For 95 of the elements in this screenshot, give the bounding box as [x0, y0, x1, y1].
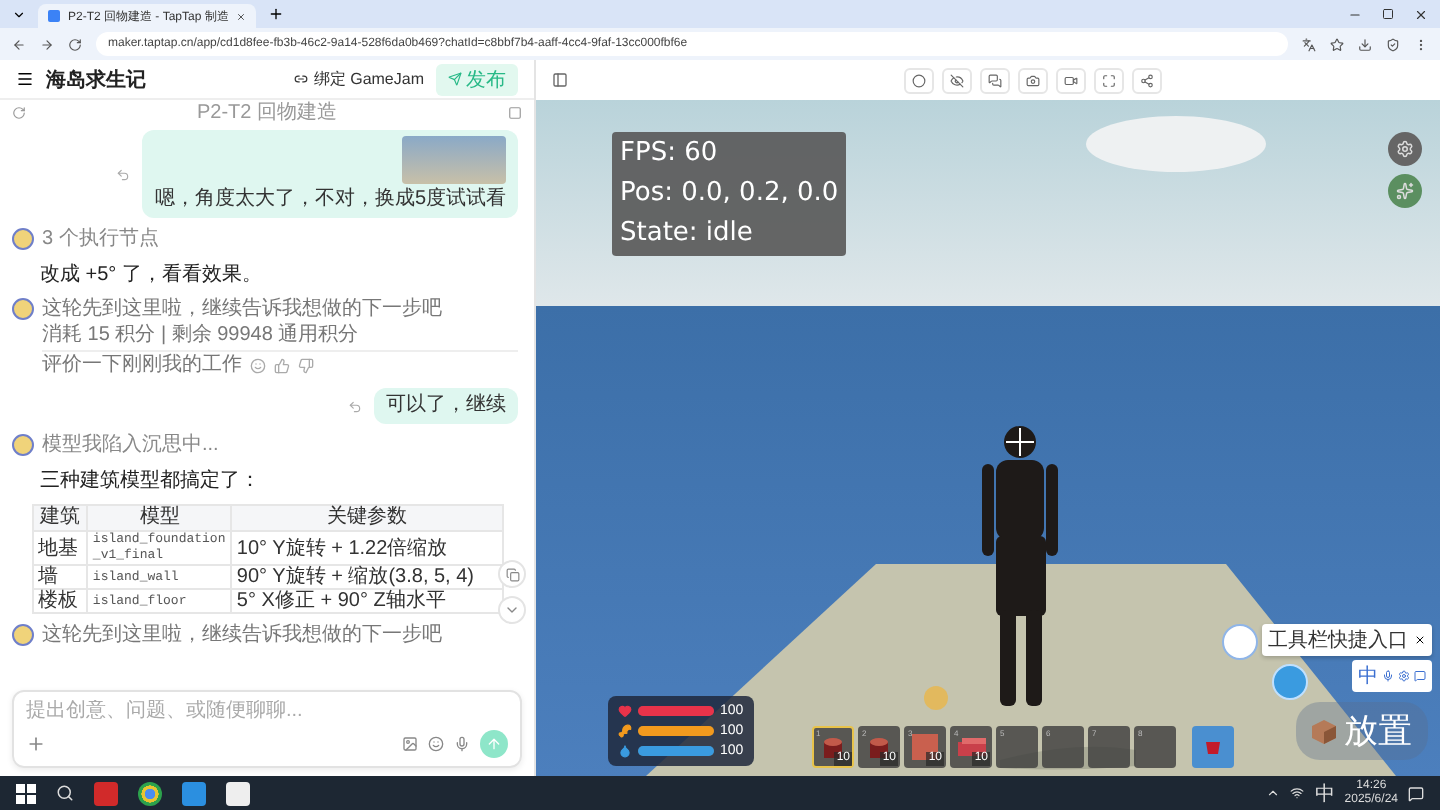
link-icon [293, 72, 308, 86]
message-text: 改成 +5° 了，看看效果。 [38, 262, 264, 288]
cube-icon [1312, 719, 1336, 743]
message-text: 可以了，继续 [386, 394, 506, 418]
circle-icon [912, 73, 926, 87]
eye-off-button[interactable] [942, 67, 972, 93]
crosshair-icon [1005, 427, 1035, 457]
avatar [12, 228, 34, 250]
debug-text: FPS: 60 [620, 136, 720, 172]
fullscreen-button[interactable] [1094, 67, 1124, 93]
chat-button[interactable] [980, 67, 1010, 93]
block-icon [912, 734, 938, 760]
table-header: 建筑 [33, 505, 88, 531]
message-text: 嗯，角度太大了，不对，换成5度试试看 [154, 188, 506, 212]
maximize-icon[interactable] [1382, 7, 1394, 19]
panel-toggle-icon[interactable] [552, 72, 568, 88]
search-icon[interactable] [56, 784, 74, 802]
copy-icon [505, 567, 519, 581]
translate-icon[interactable] [1302, 37, 1316, 51]
table-cell: 地基 [33, 531, 88, 565]
site-icon [48, 10, 60, 22]
table-header: 模型 [87, 505, 232, 531]
settings-icon[interactable] [1398, 670, 1410, 682]
reload-icon[interactable] [68, 37, 82, 51]
circle-button[interactable] [904, 67, 934, 93]
avatar [12, 624, 34, 646]
rating-prompt: 评价一下刚刚我的工作 [42, 354, 242, 378]
avatar [12, 434, 34, 456]
menu-icon[interactable] [1414, 37, 1428, 51]
chat-icon[interactable] [1414, 670, 1426, 682]
video-icon [1064, 73, 1078, 87]
heart-icon [618, 704, 632, 718]
mic-icon[interactable] [1382, 670, 1394, 682]
avatar [12, 298, 34, 320]
image-icon[interactable] [402, 736, 418, 752]
back-icon[interactable] [12, 37, 26, 51]
table-cell: 楼板 [33, 589, 88, 613]
mic-icon[interactable] [454, 736, 470, 752]
credits-text: 消耗 15 积分 | 剩余 99948 通用积分 [42, 324, 361, 348]
camera-button[interactable] [1018, 67, 1048, 93]
debug-text: Pos: 0.0, 0.2, 0.0 [620, 176, 839, 212]
add-icon[interactable] [26, 734, 46, 754]
send-icon [448, 72, 462, 86]
browser-icon[interactable] [138, 781, 162, 805]
close-icon[interactable] [1414, 634, 1426, 646]
video-button[interactable] [1056, 67, 1086, 93]
status-text: 这轮先到这里啦，继续告诉我想做的下一步吧 [42, 624, 444, 648]
bind-gamejam-button[interactable]: 绑定 GameJam [293, 68, 424, 90]
network-icon[interactable] [1290, 786, 1305, 800]
chat-title: P2-T2 回物建造 [196, 103, 337, 123]
menu-icon[interactable] [16, 70, 34, 88]
tooltip: 工具栏快捷入口 [1262, 624, 1432, 656]
close-icon[interactable] [1414, 7, 1428, 21]
share-button[interactable] [1132, 67, 1162, 93]
place-button[interactable]: 放置 [1296, 702, 1428, 760]
tab-list-icon[interactable] [12, 7, 26, 21]
thinking-label: 模型我陷入沉思中... [42, 434, 219, 458]
status-text: 这轮先到这里啦，继续告诉我想做的下一步吧 [42, 298, 444, 322]
emoji-icon[interactable] [428, 736, 444, 752]
eye-off-icon [950, 73, 964, 87]
fullscreen-icon [1102, 73, 1116, 87]
bookmark-icon[interactable] [1330, 37, 1344, 51]
notification-icon[interactable] [1408, 785, 1424, 801]
download-icon[interactable] [1358, 37, 1372, 51]
cursor-highlight [924, 686, 948, 710]
app-icon[interactable] [226, 781, 250, 805]
table-cell: 墙 [33, 565, 88, 589]
steps-label[interactable]: 3 个执行节点 [42, 228, 159, 252]
chevron-down-icon [504, 602, 520, 618]
camera-icon [1026, 73, 1040, 87]
thumbs-down-icon[interactable] [298, 358, 314, 374]
arrow-up-icon [486, 736, 502, 752]
basket-icon [1204, 739, 1222, 755]
table-header: 关键参数 [231, 505, 503, 531]
forward-icon[interactable] [40, 37, 54, 51]
copy-button[interactable] [498, 560, 526, 588]
tray-expand-icon[interactable] [1266, 786, 1281, 800]
table-cell: 10° Y旋转 + 1.22倍缩放 [231, 531, 503, 565]
start-icon[interactable] [16, 783, 36, 803]
share-icon [1140, 73, 1154, 87]
history-icon[interactable] [12, 106, 26, 120]
thumbs-up-icon[interactable] [274, 358, 290, 374]
chat-icon [988, 73, 1002, 87]
message-composer[interactable]: 提出创意、问题、或随便聊聊... [12, 690, 522, 768]
table-cell: 5° X修正 + 90° Z轴水平 [231, 589, 503, 613]
ime-indicator[interactable]: 中 [1314, 779, 1335, 807]
drumstick-icon [618, 724, 632, 738]
settings-icon [1396, 140, 1414, 158]
message-text: 三种建筑模型都搞定了： [38, 468, 262, 494]
debug-text: State: idle [620, 216, 755, 252]
project-title: 海岛求生记 [46, 67, 146, 93]
new-tab-icon[interactable] [268, 6, 285, 22]
sparkle-icon [1396, 182, 1414, 200]
ime-label[interactable]: 中 [1358, 662, 1378, 690]
droplet-icon [618, 744, 632, 758]
